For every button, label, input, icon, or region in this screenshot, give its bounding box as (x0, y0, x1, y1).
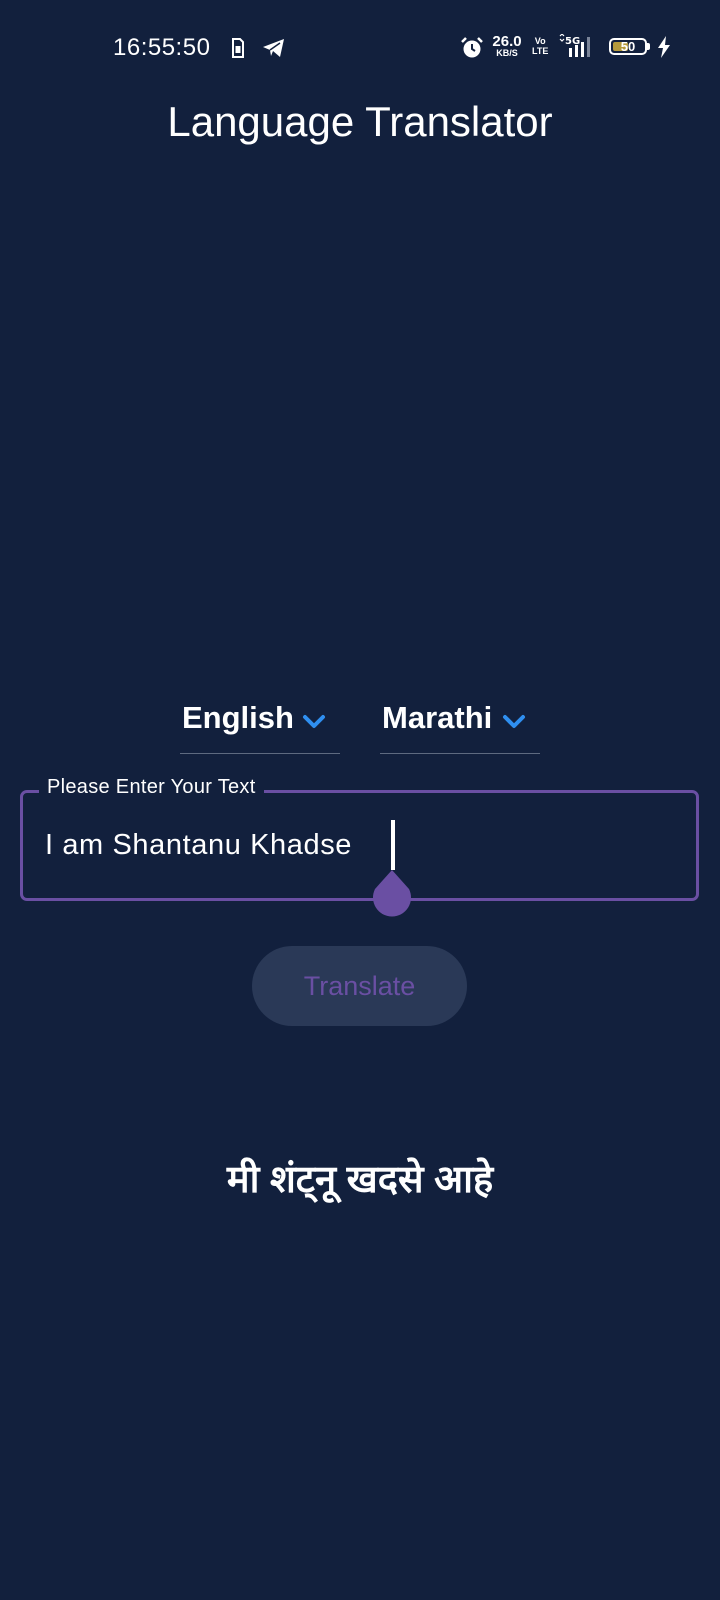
charging-bolt-icon (658, 36, 670, 58)
status-time: 16:55:50 (113, 34, 211, 61)
alarm-icon (461, 37, 483, 58)
volte-top: Vo (534, 36, 546, 46)
telegram-icon (263, 39, 284, 57)
page-title: Language Translator (167, 98, 553, 145)
cursor-handle[interactable] (370, 870, 414, 918)
sim-card-icon (232, 38, 244, 58)
battery-nub (647, 43, 650, 50)
network-speed-unit: KB/S (496, 48, 518, 58)
battery-icon: 50 (609, 38, 647, 55)
input-value[interactable]: I am Shantanu Khadse (45, 829, 352, 862)
source-language-label: English (182, 700, 294, 735)
signal-icon: 5G (559, 34, 590, 57)
text-cursor (391, 820, 395, 870)
battery-level: 50 (620, 39, 636, 54)
translation-result: मी शंट्नू खदसे आहे (226, 1159, 494, 1201)
volte-bottom: LTE (532, 46, 549, 56)
chevron-down-icon (503, 715, 525, 728)
input-label: Please Enter Your Text (39, 776, 264, 799)
target-language-dropdown[interactable]: Marathi (380, 692, 540, 754)
network-speed-value: 26.0 (492, 33, 522, 50)
network-speed: 26.0 KB/S (489, 34, 525, 58)
translate-button[interactable]: Translate (252, 946, 467, 1026)
chevron-down-icon (303, 715, 325, 728)
target-language-label: Marathi (382, 700, 493, 735)
text-input-field[interactable]: Please Enter Your Text I am Shantanu Kha… (20, 776, 699, 901)
source-language-dropdown[interactable]: English (180, 692, 340, 754)
volte-indicator: Vo LTE (532, 36, 548, 56)
status-bar: 16:55:50 26.0 KB/S Vo LTE 5G 50 (0, 28, 720, 68)
